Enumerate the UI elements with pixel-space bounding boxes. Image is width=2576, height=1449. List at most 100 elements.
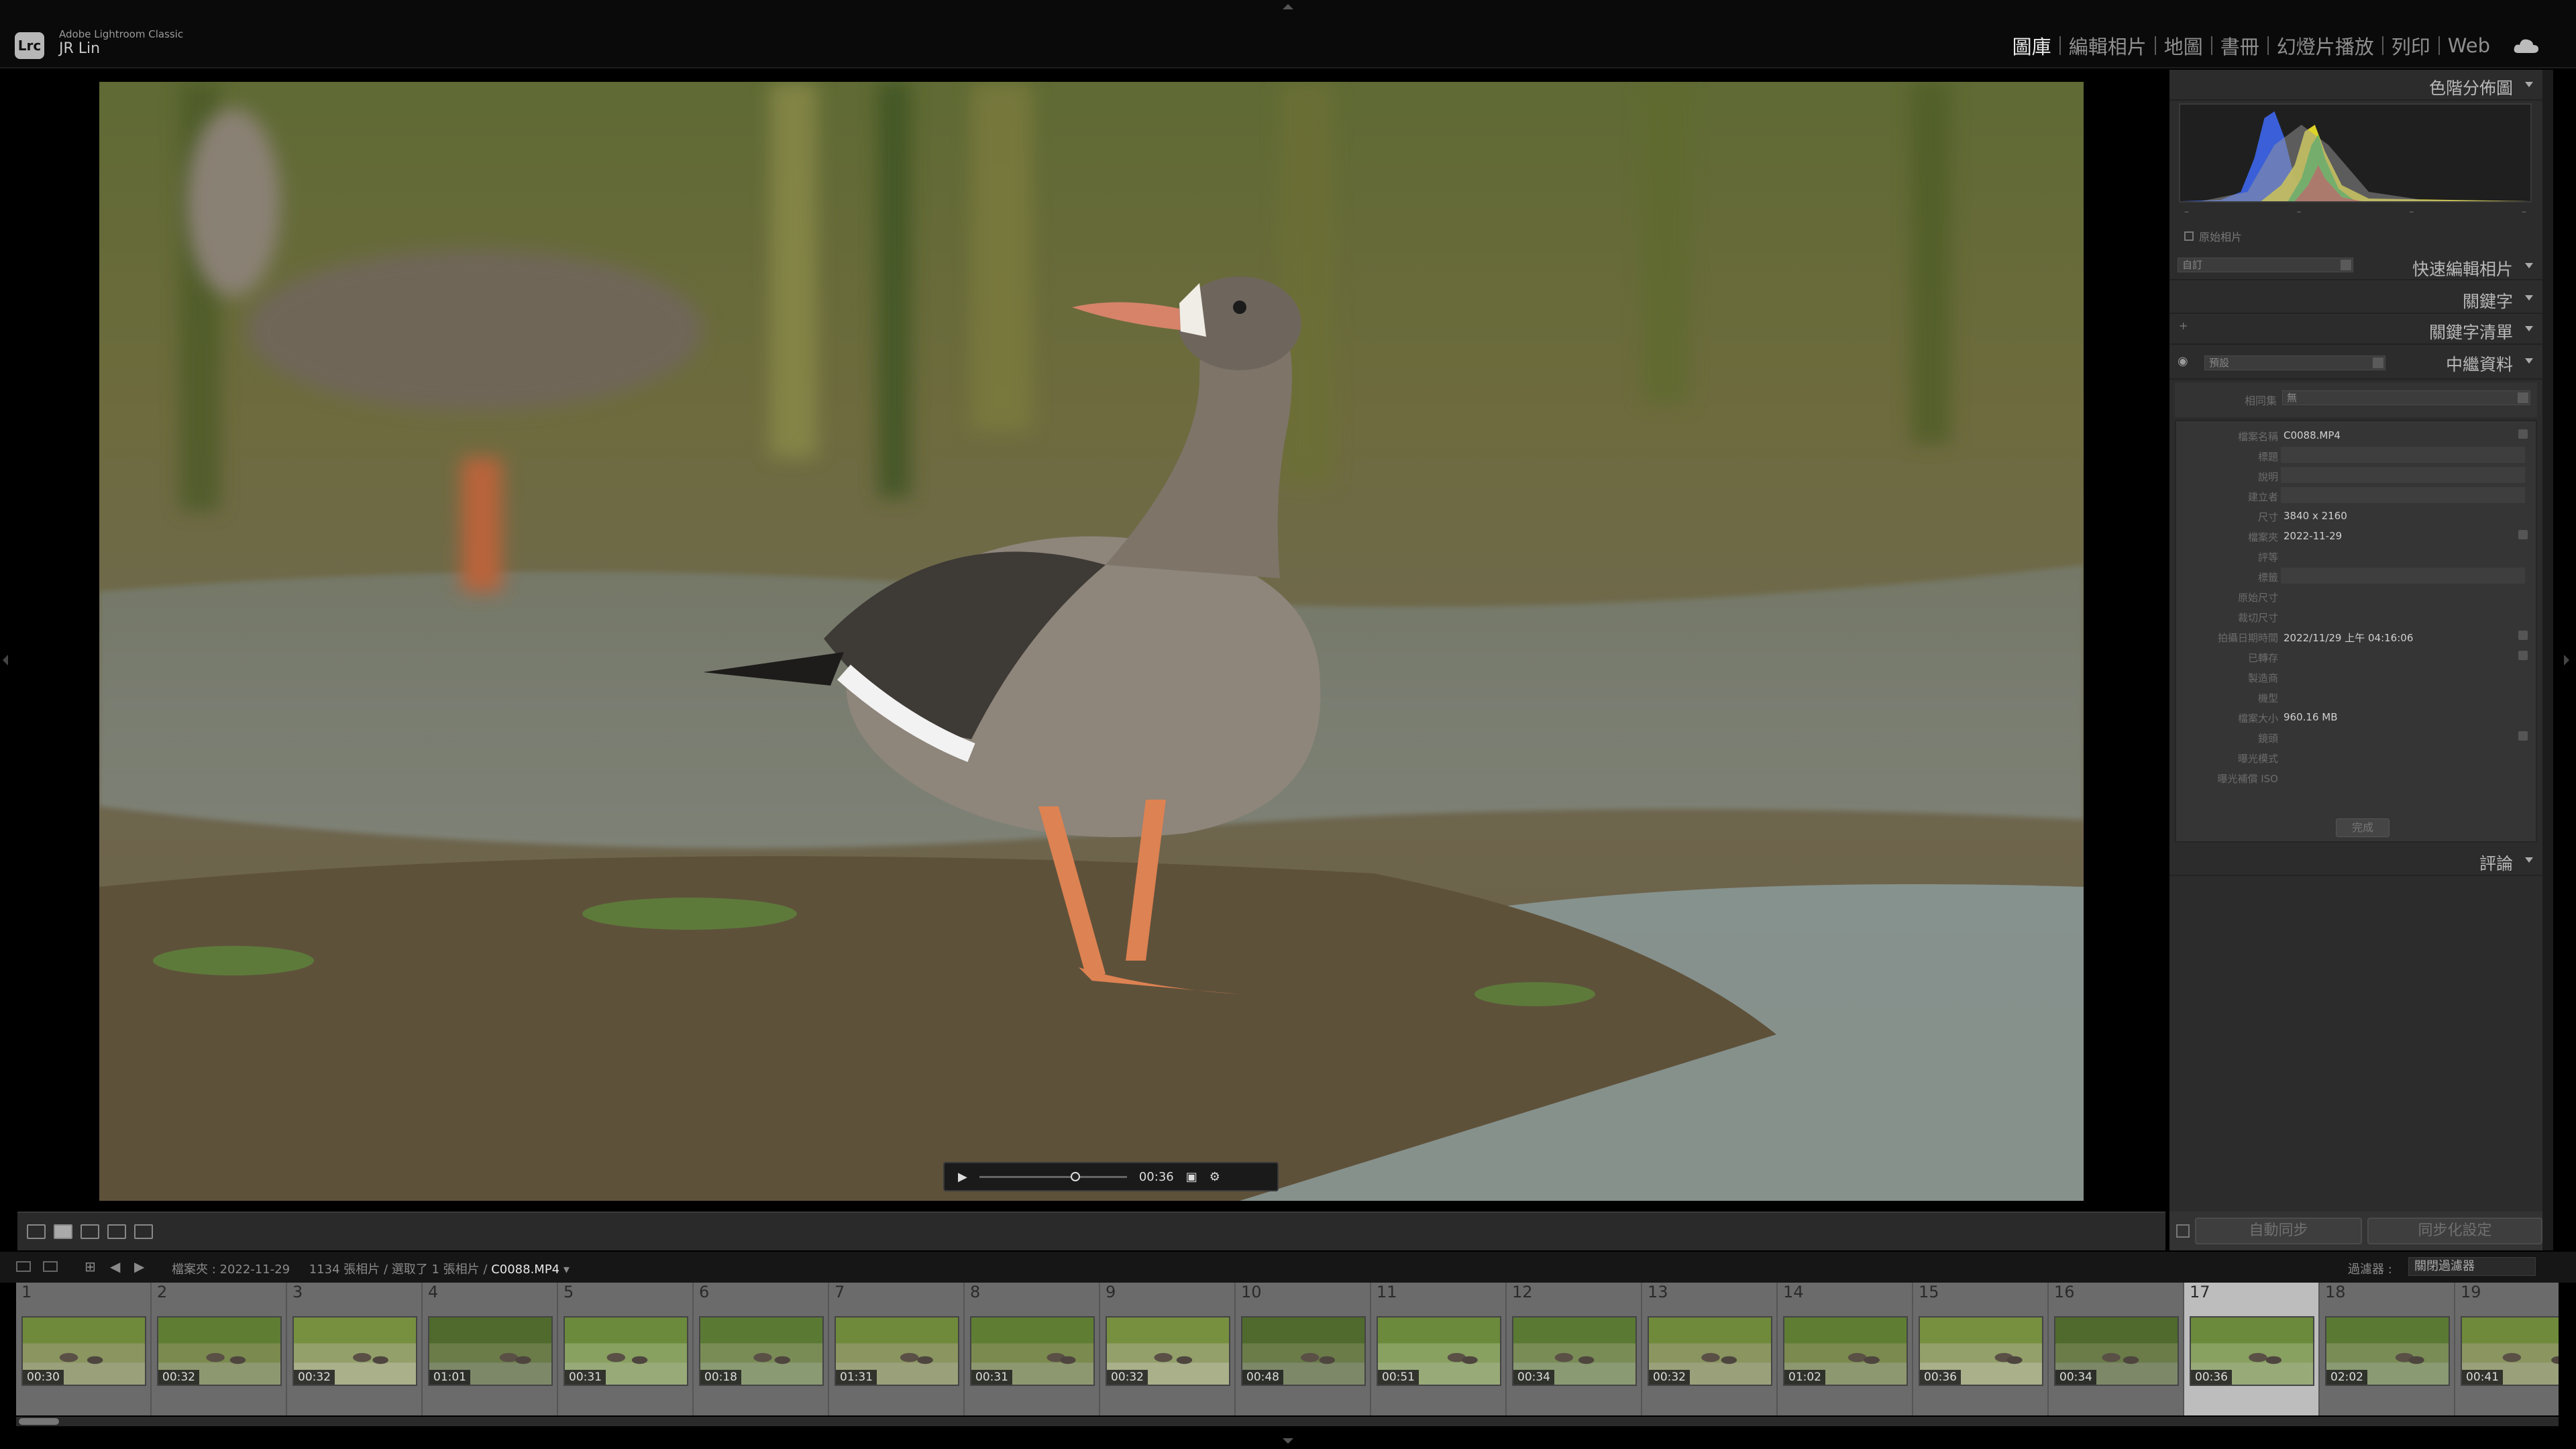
people-view-icon[interactable] <box>134 1224 153 1239</box>
sync-settings-button[interactable]: 同步化設定 <box>2367 1218 2542 1244</box>
cell-index: 1 <box>21 1283 32 1301</box>
metadata-action-icon[interactable] <box>2518 530 2528 539</box>
filmstrip-cell[interactable]: 10 00:48 <box>1236 1283 1371 1415</box>
filmstrip-cell[interactable]: 4 01:01 <box>423 1283 558 1415</box>
module-5[interactable]: 列印 <box>2383 32 2438 60</box>
metadata-label: 曝光模式 <box>2237 753 2278 765</box>
auto-sync-button[interactable]: 自動同步 <box>2194 1218 2362 1244</box>
settings-gear-icon[interactable]: ⚙ <box>1210 1170 1220 1184</box>
right-panel-toggle-icon[interactable] <box>2564 655 2569 665</box>
metadata-field[interactable] <box>2281 467 2525 483</box>
video-frame-goose[interactable] <box>99 82 2084 1201</box>
back-arrow-icon[interactable]: ◀ <box>110 1258 120 1275</box>
filmstrip-cell[interactable]: 9 00:32 <box>1100 1283 1236 1415</box>
filmstrip-toggle-icon[interactable] <box>1283 1438 1293 1444</box>
main-window-icon[interactable] <box>16 1261 31 1272</box>
auto-sync-switch[interactable] <box>2176 1224 2190 1238</box>
quick-develop-panel-header[interactable]: 自訂 快速編輯相片 <box>2169 251 2542 280</box>
metadata-label: 標籤 <box>2257 572 2278 584</box>
filmstrip-cell[interactable]: 16 00:34 <box>2049 1283 2184 1415</box>
metadata-action-icon[interactable] <box>2518 651 2528 660</box>
metadata-action-icon[interactable] <box>2518 731 2528 741</box>
metadata-row: 說明 <box>2176 466 2538 484</box>
filmstrip-cell[interactable]: 5 00:31 <box>558 1283 694 1415</box>
loupe-viewer[interactable]: ▶ 00:36 ▣ ⚙ <box>17 70 2165 1206</box>
select-arrow-icon <box>2341 260 2351 270</box>
filmstrip-cell[interactable]: 8 00:31 <box>965 1283 1100 1415</box>
metadata-field[interactable] <box>2281 568 2525 584</box>
module-1[interactable]: 編輯相片 <box>2061 32 2155 60</box>
module-6[interactable]: Web <box>2440 34 2498 57</box>
eye-icon[interactable]: ◉ <box>2178 354 2188 368</box>
original-photo-toggle[interactable]: 原始相片 <box>2184 228 2242 244</box>
module-3[interactable]: 書冊 <box>2212 32 2267 60</box>
play-button[interactable]: ▶ <box>958 1170 967 1184</box>
grid-view-icon[interactable] <box>27 1224 46 1239</box>
right-panel-scrollbar[interactable] <box>2542 70 2553 1250</box>
compare-view-icon[interactable] <box>80 1224 99 1239</box>
filmstrip-cell[interactable]: 17 00:36 <box>2184 1283 2320 1415</box>
metadata-preset-select[interactable]: 預設 <box>2204 356 2385 370</box>
filmstrip-cell[interactable]: 12 00:34 <box>1507 1283 1642 1415</box>
video-duration-badge: 00:36 <box>1920 1370 1961 1385</box>
filmstrip-cell[interactable]: 3 00:32 <box>287 1283 423 1415</box>
keywording-panel-header[interactable]: 關鍵字 <box>2169 283 2542 314</box>
add-keyword-icon[interactable]: + <box>2179 319 2188 332</box>
left-panel-toggle-icon[interactable] <box>3 655 8 665</box>
select-arrow-icon <box>2373 358 2383 368</box>
histogram-ticks: – – – – <box>2184 207 2526 217</box>
cell-index: 16 <box>2054 1283 2075 1301</box>
filmstrip-cell[interactable]: 13 00:32 <box>1642 1283 1778 1415</box>
filmstrip-cell[interactable]: 1 00:30 <box>16 1283 152 1415</box>
metadata-label: 檔案名稱 <box>2237 431 2278 443</box>
metadata-panel-header[interactable]: ◉ 預設 中繼資料 <box>2169 346 2542 380</box>
metadata-row: 裁切尺寸 <box>2176 606 2538 625</box>
survey-view-icon[interactable] <box>107 1224 126 1239</box>
metadata-field[interactable] <box>2281 447 2525 463</box>
keyword-list-panel-header[interactable]: + 關鍵字清單 <box>2169 314 2542 345</box>
metadata-action-icon[interactable] <box>2518 631 2528 640</box>
metadata-action-icon[interactable] <box>2518 429 2528 439</box>
frame-icon[interactable]: ▣ <box>1186 1170 1197 1184</box>
second-window-icon[interactable] <box>43 1261 58 1272</box>
cell-index: 2 <box>157 1283 168 1301</box>
scrubber-knob[interactable] <box>1071 1171 1081 1181</box>
video-duration-badge: 00:32 <box>1649 1370 1690 1385</box>
module-4[interactable]: 幻燈片播放 <box>2269 32 2382 60</box>
done-button[interactable]: 完成 <box>2336 818 2390 837</box>
quick-develop-preset-select[interactable]: 自訂 <box>2178 258 2353 272</box>
filmstrip-cell[interactable]: 6 00:18 <box>694 1283 829 1415</box>
filmstrip-cell[interactable]: 7 01:31 <box>829 1283 965 1415</box>
cloud-sync-icon[interactable] <box>2513 37 2540 54</box>
filmstrip-cell[interactable]: 15 00:36 <box>1913 1283 2049 1415</box>
histogram-panel-header[interactable]: 色階分佈圖 <box>2169 70 2542 101</box>
module-0[interactable]: 圖庫 <box>2004 32 2059 60</box>
metadata-row: 曝光模式 <box>2176 747 2538 766</box>
filmstrip-scrollbar[interactable] <box>16 1417 2559 1426</box>
loupe-view-icon[interactable] <box>54 1224 72 1239</box>
comments-panel-header[interactable]: 評論 <box>2169 845 2542 876</box>
module-2[interactable]: 地圖 <box>2156 32 2211 60</box>
filmstrip-cell[interactable]: 14 01:02 <box>1778 1283 1913 1415</box>
filmstrip-path[interactable]: 檔案夾 : 2022-11-29 1134 張相片 / 選取了 1 張相片 / … <box>172 1260 570 1277</box>
video-duration-badge: 00:18 <box>700 1370 741 1385</box>
filmstrip-cell[interactable]: 18 02:02 <box>2320 1283 2455 1415</box>
video-duration-badge: 00:41 <box>2462 1370 2503 1385</box>
user-name: JR Lin <box>59 40 101 57</box>
forward-arrow-icon[interactable]: ▶ <box>134 1258 144 1275</box>
metadata-field[interactable] <box>2281 487 2525 503</box>
metadata-target-select[interactable]: 無 <box>2282 390 2530 405</box>
filmstrip[interactable]: 1 00:30 2 00:32 3 00:32 4 01:01 5 00:31 6 00:18 7 01:… <box>16 1283 2559 1415</box>
filmstrip-cell[interactable]: 11 00:51 <box>1371 1283 1507 1415</box>
cell-index: 11 <box>1377 1283 1397 1301</box>
filter-select[interactable]: 關閉過濾器 <box>2408 1257 2536 1276</box>
filmstrip-cell[interactable]: 2 00:32 <box>152 1283 287 1415</box>
grid-icon[interactable]: ⊞ <box>85 1258 96 1275</box>
filmstrip-cell[interactable]: 19 00:41 <box>2455 1283 2559 1415</box>
top-panel-toggle-icon[interactable] <box>1283 4 1293 9</box>
video-scrubber[interactable] <box>979 1171 1127 1181</box>
original-photo-checkbox[interactable] <box>2184 231 2194 241</box>
collapse-triangle-icon <box>2525 326 2533 331</box>
video-duration-badge: 00:36 <box>2191 1370 2232 1385</box>
filmstrip-scroll-thumb[interactable] <box>19 1418 59 1425</box>
